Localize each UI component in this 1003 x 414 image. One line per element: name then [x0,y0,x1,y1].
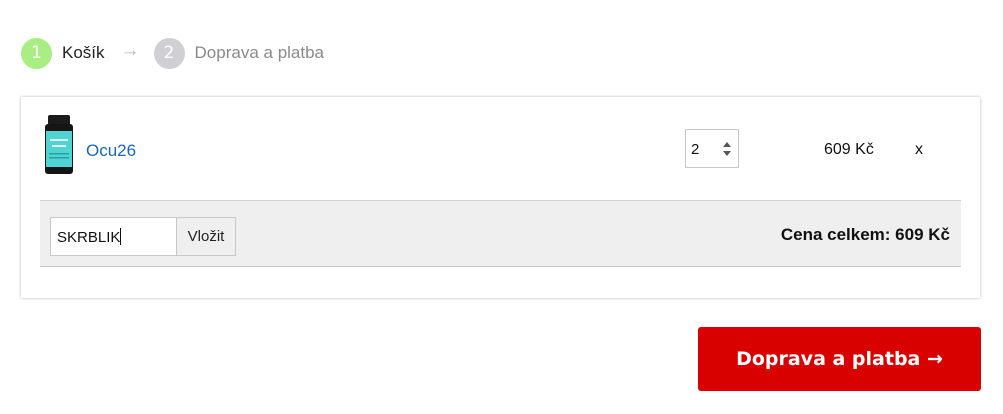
quantity-value: 2 [691,141,700,158]
apply-coupon-button[interactable]: Vložit [176,217,236,256]
coupon-input[interactable]: SKRBLIK [50,217,177,256]
checkout-steps: 1 Košík → 2 Doprava a platba [21,37,324,69]
coupon-input-value: SKRBLIK [57,229,121,246]
step-2-label: Doprava a platba [194,43,325,62]
product-image[interactable] [43,115,75,177]
cart-item-row: Ocu26 2 609 Kč x [21,97,980,200]
step-1-indicator: 1 [21,37,52,69]
continue-to-shipping-button[interactable]: Doprava a platba → [698,327,981,391]
step-2-number: 2 [163,43,175,63]
item-price: 609 Kč [824,141,874,158]
step-arrow-icon: → [120,39,140,61]
coupon-bar: SKRBLIK Vložit Cena celkem: 609 Kč [40,200,961,267]
remove-item-button[interactable]: x [915,141,923,159]
step-2-indicator: 2 [153,37,185,69]
product-name-link[interactable]: Ocu26 [86,141,136,161]
cart-total: Cena celkem: 609 Kč [780,225,950,244]
quantity-stepper[interactable]: 2 [685,129,739,168]
spinner-arrows-icon[interactable] [722,139,732,159]
text-caret [120,228,122,245]
step-1-number: 1 [31,43,42,63]
cart-panel: Ocu26 2 609 Kč x SKRBLIK Vložit Cena cel… [21,97,980,298]
step-1-label: Košík [62,43,105,62]
